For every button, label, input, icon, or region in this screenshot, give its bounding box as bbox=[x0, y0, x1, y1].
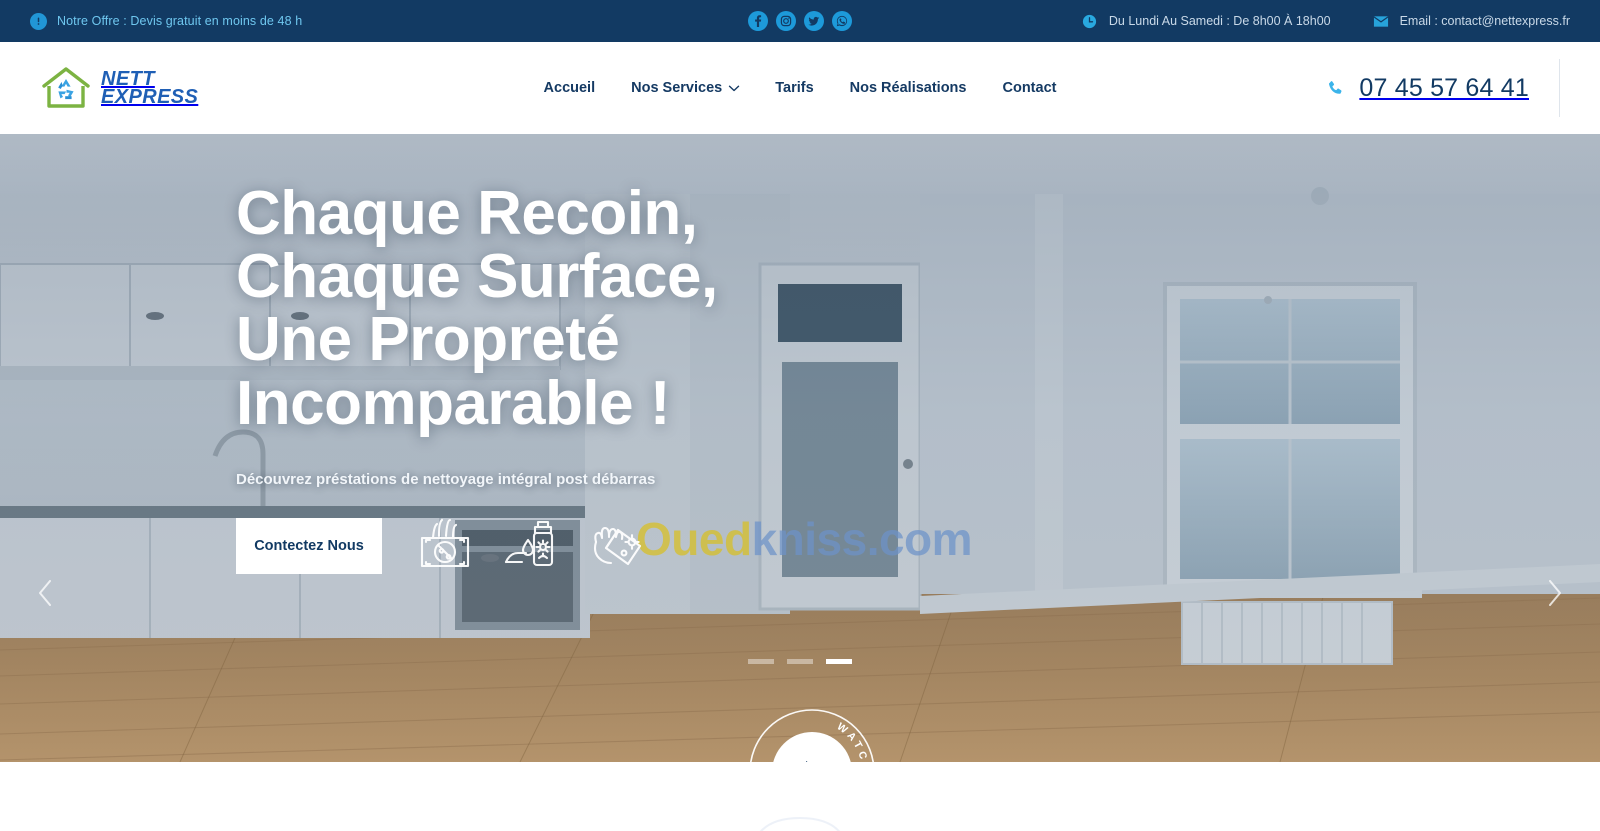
slider-next-button[interactable] bbox=[1538, 576, 1572, 610]
header-phone[interactable]: 07 45 57 64 41 bbox=[1326, 74, 1529, 103]
below-hero-section bbox=[0, 762, 1600, 831]
nav-label: Accueil bbox=[543, 80, 596, 96]
clock-icon bbox=[1082, 13, 1098, 29]
nav-item-tarifs[interactable]: Tarifs bbox=[775, 80, 813, 96]
header-right: 07 45 57 64 41 bbox=[1326, 59, 1560, 117]
logo-text-line2: EXPRESS bbox=[101, 86, 199, 108]
nav-label: Tarifs bbox=[775, 80, 814, 96]
contact-cta-button[interactable]: Contectez Nous bbox=[236, 517, 382, 574]
hero-feature-icons bbox=[416, 516, 646, 574]
nav-item-nos-services[interactable]: Nos Services bbox=[631, 80, 739, 96]
email-info[interactable]: Email : contact@nettexpress.fr bbox=[1373, 13, 1570, 29]
chevron-right-icon bbox=[1549, 580, 1561, 606]
whatsapp-icon[interactable] bbox=[832, 11, 852, 31]
chevron-left-icon bbox=[39, 580, 51, 606]
chevron-down-icon bbox=[728, 85, 739, 91]
phone-icon bbox=[1326, 79, 1345, 98]
hero-title-line3: Une Propreté bbox=[236, 305, 620, 375]
slider-pagination bbox=[748, 659, 852, 664]
envelope-icon bbox=[1373, 13, 1389, 29]
slider-dot-3[interactable] bbox=[826, 659, 852, 664]
email-text: Email : contact@nettexpress.fr bbox=[1399, 14, 1570, 28]
social-links bbox=[748, 11, 852, 31]
opening-hours: Du Lundi Au Samedi : De 8h00 À 18h00 bbox=[1082, 13, 1331, 29]
watch-video-button[interactable]: WATCH OUR VIDEO INTRO bbox=[744, 704, 880, 762]
tissue-box-no-germs-icon bbox=[416, 516, 474, 570]
hand-wipe-icon bbox=[588, 516, 646, 570]
opening-hours-text: Du Lundi Au Samedi : De 8h00 À 18h00 bbox=[1108, 14, 1331, 28]
hero-slider: Ouedkniss.com Chaque Recoin, Chaque Surf… bbox=[0, 134, 1600, 762]
main-navigation: Accueil Nos Services Tarifs Nos Réalisat… bbox=[544, 80, 1057, 96]
hero-content: Chaque Recoin, Chaque Surface, Une Propr… bbox=[0, 134, 1600, 574]
slider-dot-2[interactable] bbox=[787, 659, 813, 664]
phone-number: 07 45 57 64 41 bbox=[1359, 73, 1529, 102]
nav-label: Nos Réalisations bbox=[849, 80, 967, 96]
hero-title: Chaque Recoin, Chaque Surface, Une Propr… bbox=[236, 182, 1600, 435]
play-icon bbox=[806, 761, 823, 762]
hero-title-line1: Chaque Recoin, bbox=[236, 179, 698, 248]
hero-title-line4: Incomparable ! bbox=[236, 368, 671, 438]
top-utility-bar: Notre Offre : Devis gratuit en moins de … bbox=[0, 0, 1600, 42]
top-contact-info: Du Lundi Au Samedi : De 8h00 À 18h00 Ema… bbox=[1082, 13, 1570, 29]
header-divider bbox=[1559, 59, 1560, 117]
site-logo[interactable]: NETT EXPRESS bbox=[40, 65, 198, 111]
slider-dot-1[interactable] bbox=[748, 659, 774, 664]
hero-subtitle: Découvrez préstations de nettoyage intég… bbox=[236, 470, 656, 488]
alert-circle-icon bbox=[30, 12, 47, 30]
slider-prev-button[interactable] bbox=[28, 576, 62, 610]
instagram-icon[interactable] bbox=[776, 11, 796, 31]
top-offer-text: Notre Offre : Devis gratuit en moins de … bbox=[57, 14, 303, 28]
nav-label: Contact bbox=[1002, 80, 1057, 96]
twitter-icon[interactable] bbox=[804, 11, 824, 31]
hero-title-line2: Chaque Surface, bbox=[236, 242, 718, 312]
decorative-watermark-icon bbox=[760, 816, 840, 831]
top-offer: Notre Offre : Devis gratuit en moins de … bbox=[30, 12, 303, 30]
nav-item-accueil[interactable]: Accueil bbox=[544, 80, 596, 96]
nav-label: Nos Services bbox=[631, 80, 723, 96]
facebook-icon[interactable] bbox=[748, 11, 768, 31]
nav-item-nos-realisations[interactable]: Nos Réalisations bbox=[850, 80, 967, 96]
hand-sanitizer-icon bbox=[502, 516, 560, 570]
nav-item-contact[interactable]: Contact bbox=[1002, 80, 1056, 96]
site-header: NETT EXPRESS Accueil Nos Services Tarifs… bbox=[0, 42, 1600, 134]
recycling-house-logo-icon bbox=[40, 65, 92, 111]
